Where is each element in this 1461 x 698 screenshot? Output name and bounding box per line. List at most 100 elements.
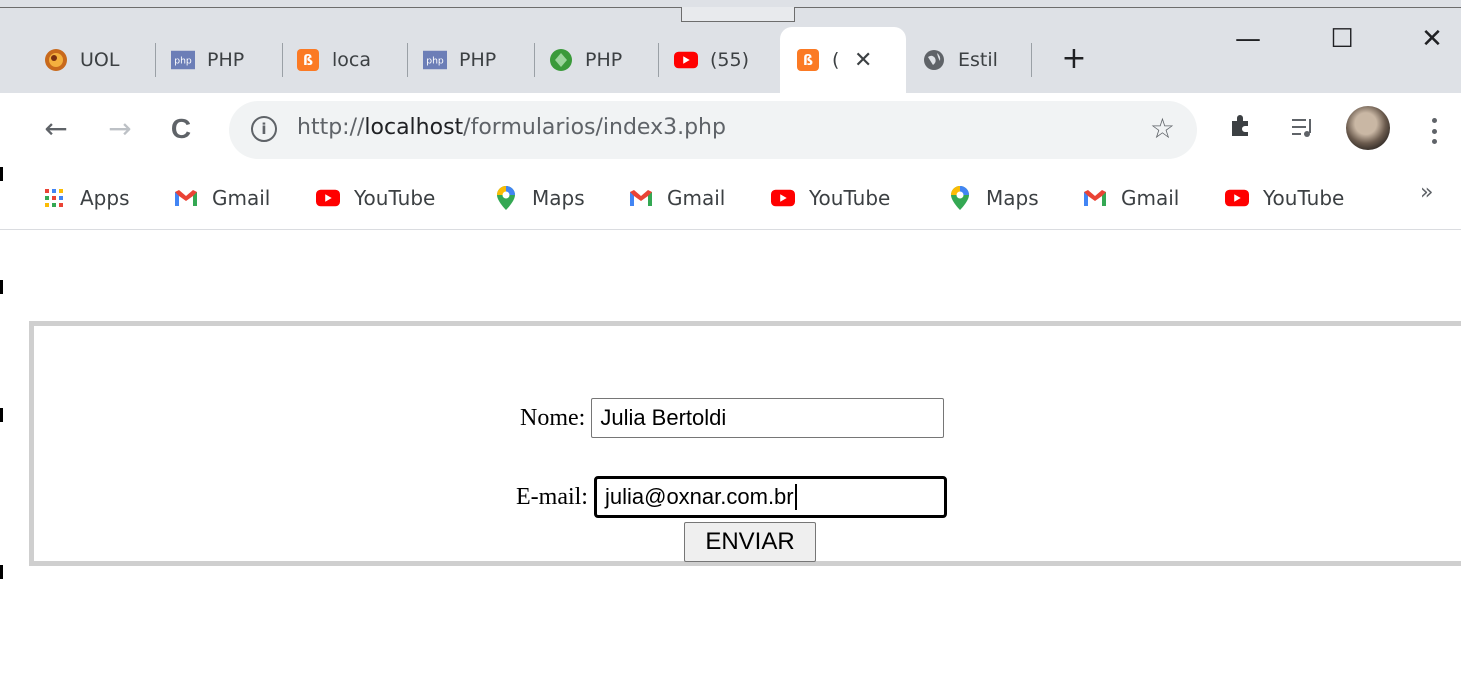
bookmark-youtube[interactable]: YouTube [316, 182, 435, 214]
gmail-icon [1083, 186, 1107, 210]
tab-strip: UOL php PHP ß local php PHP PHP (55) ß (… [0, 0, 1461, 93]
bookmark-maps[interactable]: Maps [494, 182, 585, 214]
gmail-icon [629, 186, 653, 210]
tab-active[interactable]: ß ( ✕ [780, 27, 906, 93]
svg-text:ß: ß [303, 53, 313, 69]
back-button[interactable]: ← [39, 113, 73, 147]
menu-kebab-icon[interactable] [1424, 113, 1444, 149]
bookmarks-bar: Apps Gmail YouTube Maps Gmail YouTube Ma… [0, 168, 1461, 230]
nome-input[interactable]: Julia Bertoldi [591, 398, 945, 438]
url-path: /formularios/index3.php [463, 115, 726, 140]
tab-local[interactable]: ß local [296, 27, 408, 93]
tab-title: PHP [207, 49, 245, 71]
email-row: E-mail: julia@oxnar.com.br [516, 476, 947, 518]
tab-separator [282, 43, 283, 77]
url-text[interactable]: http://localhost/formularios/index3.php [297, 115, 726, 140]
xampp-icon: ß [296, 48, 320, 72]
youtube-icon [771, 186, 795, 210]
close-tab-icon[interactable]: ✕ [854, 48, 872, 73]
bookmark-star-icon[interactable]: ☆ [1150, 112, 1175, 145]
window-edge-mark [0, 280, 3, 294]
bookmark-label: Maps [532, 186, 585, 210]
forward-button[interactable]: → [103, 113, 137, 147]
tab-php-2[interactable]: php PHP [423, 27, 535, 93]
xampp-icon: ß [796, 48, 820, 72]
youtube-icon [674, 48, 698, 72]
profile-avatar[interactable] [1346, 106, 1390, 150]
window-edge-mark [0, 408, 3, 422]
bookmark-label: YouTube [809, 186, 891, 210]
svg-text:php: php [426, 56, 444, 67]
nome-label: Nome: [520, 404, 586, 431]
tab-youtube[interactable]: (55) [674, 27, 778, 93]
nome-input-value: Julia Bertoldi [600, 405, 727, 430]
bookmark-youtube[interactable]: YouTube [1225, 182, 1344, 214]
uol-icon [44, 48, 68, 72]
bookmark-gmail[interactable]: Gmail [1083, 182, 1179, 214]
tab-uol[interactable]: UOL [44, 27, 156, 93]
minimize-button[interactable]: — [1228, 24, 1268, 54]
close-window-button[interactable]: ✕ [1412, 24, 1452, 54]
new-tab-button[interactable]: + [1060, 44, 1088, 76]
recycle-icon [549, 48, 573, 72]
tab-php-1[interactable]: php PHP [171, 27, 283, 93]
browser-toolbar: ← → C i http://localhost/formularios/ind… [0, 93, 1461, 168]
bookmark-label: YouTube [354, 186, 436, 210]
url-host: localhost [364, 115, 464, 140]
bookmark-maps[interactable]: Maps [948, 182, 1039, 214]
tab-title: PHP [459, 49, 497, 71]
bookmarks-overflow-button[interactable]: » [1420, 180, 1433, 205]
php-icon: php [171, 48, 195, 72]
tab-estil[interactable]: Estil [922, 27, 1032, 93]
youtube-icon [1225, 186, 1249, 210]
tab-title: UOL [80, 49, 120, 71]
youtube-icon [316, 186, 340, 210]
bookmark-youtube[interactable]: YouTube [771, 182, 890, 214]
tab-php-3[interactable]: PHP [549, 27, 659, 93]
bookmark-label: Apps [80, 186, 130, 210]
reading-list-icon[interactable] [1284, 111, 1322, 149]
address-bar[interactable]: i http://localhost/formularios/index3.ph… [229, 101, 1197, 159]
bookmark-label: YouTube [1263, 186, 1345, 210]
window-drag-handle[interactable] [681, 7, 795, 22]
tab-title: (55) [710, 49, 750, 71]
window-edge-mark [0, 565, 3, 579]
apps-grid-icon [42, 186, 66, 210]
site-info-icon[interactable]: i [251, 116, 277, 142]
svg-text:ß: ß [803, 53, 813, 69]
nome-row: Nome: Julia Bertoldi [520, 398, 945, 438]
php-icon: php [423, 48, 447, 72]
url-scheme: http:// [297, 115, 365, 140]
maps-icon [948, 186, 972, 210]
window-edge-mark [0, 167, 3, 181]
tab-title: PHP [585, 49, 623, 71]
email-label: E-mail: [516, 483, 588, 510]
tab-separator [1031, 43, 1032, 77]
tab-title: local [332, 49, 372, 71]
enviar-button[interactable]: ENVIAR [684, 522, 816, 562]
reload-button[interactable]: C [164, 113, 198, 147]
bookmark-apps[interactable]: Apps [42, 182, 130, 214]
bookmark-gmail[interactable]: Gmail [629, 182, 725, 214]
tab-separator [658, 43, 659, 77]
bookmark-label: Gmail [1121, 186, 1180, 210]
browser-window: UOL php PHP ß local php PHP PHP (55) ß (… [0, 0, 1461, 698]
maximize-button[interactable]: ☐ [1322, 24, 1362, 54]
bookmark-label: Gmail [667, 186, 726, 210]
email-input[interactable]: julia@oxnar.com.br [593, 476, 947, 518]
email-input-value: julia@oxnar.com.br [604, 484, 794, 509]
maps-icon [494, 186, 518, 210]
bookmark-label: Maps [986, 186, 1039, 210]
form-fieldset: Nome: Julia Bertoldi E-mail: julia@oxnar… [29, 321, 1461, 566]
tab-title: Estil [958, 49, 998, 71]
tab-separator [155, 43, 156, 77]
svg-text:php: php [174, 56, 192, 67]
globe-icon [922, 48, 946, 72]
tab-title: ( [832, 49, 840, 71]
extensions-puzzle-icon[interactable] [1222, 111, 1260, 149]
bookmark-gmail[interactable]: Gmail [174, 182, 270, 214]
bookmark-label: Gmail [212, 186, 271, 210]
tab-separator [407, 43, 408, 77]
gmail-icon [174, 186, 198, 210]
page-content: Nome: Julia Bertoldi E-mail: julia@oxnar… [0, 231, 1461, 698]
